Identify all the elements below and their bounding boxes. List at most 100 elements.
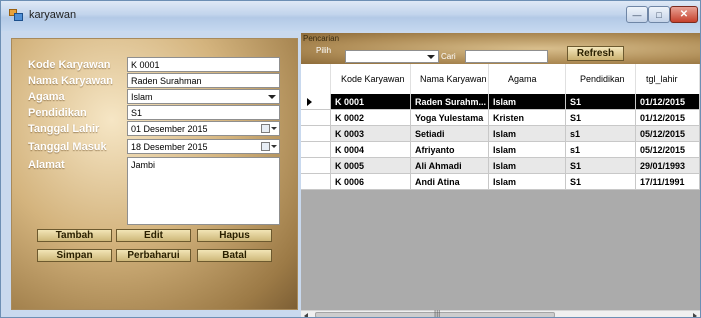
employee-data-grid[interactable]: Kode Karyawan Nama Karyawan Agama Pendid…	[301, 64, 700, 310]
table-row[interactable]: K 0002 Yoga Yulestama Kristen S1 01/12/2…	[301, 110, 700, 126]
cell-tgl-lahir[interactable]: 17/11/1991	[636, 174, 700, 190]
hapus-button[interactable]: Hapus	[197, 229, 272, 242]
cell-nama[interactable]: Yoga Yulestama	[411, 110, 489, 126]
column-header-tgl-lahir[interactable]: tgl_lahir	[636, 64, 700, 94]
app-window: karyawan — □ ✕ Kode Karyawan K 0001 Nama…	[0, 0, 701, 318]
cell-agama[interactable]: Islam	[489, 174, 566, 190]
calendar-icon	[261, 124, 270, 133]
cell-pendidikan[interactable]: S1	[566, 94, 636, 110]
cell-nama[interactable]: Ali Ahmadi	[411, 158, 489, 174]
column-header-agama[interactable]: Agama	[489, 64, 566, 94]
table-row[interactable]: K 0005 Ali Ahmadi Islam S1 29/01/1993	[301, 158, 700, 174]
tanggal-masuk-value: 18 Desember 2015	[131, 142, 208, 152]
search-group-caption: Pencarian	[303, 34, 340, 43]
app-icon	[9, 9, 23, 22]
close-icon: ✕	[679, 9, 689, 20]
cell-nama[interactable]: Setiadi	[411, 126, 489, 142]
table-row[interactable]: K 0001 Raden Surahm... Islam S1 01/12/20…	[301, 94, 700, 110]
scrollbar-thumb[interactable]: |||	[315, 309, 555, 318]
maximize-button[interactable]: □	[648, 6, 670, 23]
cell-kode[interactable]: K 0002	[331, 110, 411, 126]
table-row[interactable]: K 0006 Andi Atina Islam S1 17/11/1991	[301, 174, 700, 190]
pendidikan-field[interactable]: S1	[127, 105, 280, 120]
column-header-nama[interactable]: Nama Karyawan	[411, 64, 489, 94]
cell-nama[interactable]: Afriyanto	[411, 142, 489, 158]
simpan-button[interactable]: Simpan	[37, 249, 112, 262]
cell-kode[interactable]: K 0001	[331, 94, 411, 110]
calendar-icon	[261, 142, 270, 151]
scroll-left-icon[interactable]	[304, 313, 308, 317]
edit-button[interactable]: Edit	[116, 229, 191, 242]
column-header-pendidikan[interactable]: Pendidikan	[566, 64, 636, 94]
cell-kode[interactable]: K 0004	[331, 142, 411, 158]
horizontal-scrollbar[interactable]: |||	[301, 309, 700, 318]
row-header[interactable]	[301, 174, 331, 190]
title-bar[interactable]: karyawan — □ ✕	[1, 1, 700, 31]
cell-kode[interactable]: K 0006	[331, 174, 411, 190]
cell-tgl-lahir[interactable]: 01/12/2015	[636, 94, 700, 110]
search-group: Pencarian Pilih Cari Refresh	[301, 33, 700, 64]
alamat-label: Alamat	[28, 159, 65, 171]
chevron-down-icon	[271, 145, 277, 148]
cell-pendidikan[interactable]: s1	[566, 126, 636, 142]
cell-pendidikan[interactable]: s1	[566, 142, 636, 158]
chevron-down-icon	[271, 127, 277, 130]
cell-pendidikan[interactable]: S1	[566, 174, 636, 190]
cari-input[interactable]	[465, 50, 548, 63]
row-header[interactable]	[301, 142, 331, 158]
cell-tgl-lahir[interactable]: 05/12/2015	[636, 126, 700, 142]
row-header[interactable]	[301, 110, 331, 126]
tanggal-masuk-label: Tanggal Masuk	[28, 141, 107, 153]
minimize-button[interactable]: —	[626, 6, 648, 23]
close-button[interactable]: ✕	[670, 6, 698, 23]
grip-icon: |||	[434, 309, 441, 318]
row-pointer-icon	[307, 98, 312, 106]
kode-karyawan-label: Kode Karyawan	[28, 59, 111, 71]
calendar-dropdown-button[interactable]	[261, 141, 277, 152]
grid-row-header-corner	[301, 64, 331, 94]
table-row[interactable]: K 0003 Setiadi Islam s1 05/12/2015	[301, 126, 700, 142]
nama-karyawan-field[interactable]: Raden Surahman	[127, 73, 280, 88]
tanggal-masuk-picker[interactable]: 18 Desember 2015	[127, 139, 280, 154]
alamat-textarea[interactable]: Jambi	[127, 157, 280, 225]
cell-agama[interactable]: Kristen	[489, 110, 566, 126]
cell-pendidikan[interactable]: S1	[566, 158, 636, 174]
cell-kode[interactable]: K 0003	[331, 126, 411, 142]
table-row[interactable]: K 0004 Afriyanto Islam s1 05/12/2015	[301, 142, 700, 158]
cari-label: Cari	[441, 52, 456, 61]
tanggal-lahir-value: 01 Desember 2015	[131, 124, 208, 134]
cell-tgl-lahir[interactable]: 05/12/2015	[636, 142, 700, 158]
cell-agama[interactable]: Islam	[489, 158, 566, 174]
tanggal-lahir-picker[interactable]: 01 Desember 2015	[127, 121, 280, 136]
cell-nama[interactable]: Andi Atina	[411, 174, 489, 190]
cell-agama[interactable]: Islam	[489, 126, 566, 142]
perbaharui-button[interactable]: Perbaharui	[116, 249, 191, 262]
column-header-kode[interactable]: Kode Karyawan	[331, 64, 411, 94]
row-header[interactable]	[301, 126, 331, 142]
minimize-icon: —	[632, 9, 642, 20]
refresh-button[interactable]: Refresh	[567, 46, 624, 61]
agama-label: Agama	[28, 91, 65, 103]
cell-tgl-lahir[interactable]: 29/01/1993	[636, 158, 700, 174]
batal-button[interactable]: Batal	[197, 249, 272, 262]
cell-nama[interactable]: Raden Surahm...	[411, 94, 489, 110]
nama-karyawan-label: Nama Karyawan	[28, 75, 113, 87]
window-title: karyawan	[29, 9, 77, 21]
cell-tgl-lahir[interactable]: 01/12/2015	[636, 110, 700, 126]
chevron-down-icon	[427, 55, 435, 59]
calendar-dropdown-button[interactable]	[261, 123, 277, 134]
cell-agama[interactable]: Islam	[489, 142, 566, 158]
agama-select[interactable]: Islam	[127, 89, 280, 104]
pilih-select[interactable]	[345, 50, 439, 63]
scroll-right-icon[interactable]	[693, 313, 697, 317]
row-header[interactable]	[301, 94, 331, 110]
pilih-label: Pilih	[316, 46, 332, 55]
cell-kode[interactable]: K 0005	[331, 158, 411, 174]
maximize-icon: □	[656, 9, 662, 20]
tambah-button[interactable]: Tambah	[37, 229, 112, 242]
grid-header-row: Kode Karyawan Nama Karyawan Agama Pendid…	[301, 64, 700, 94]
kode-karyawan-field[interactable]: K 0001	[127, 57, 280, 72]
cell-pendidikan[interactable]: S1	[566, 110, 636, 126]
cell-agama[interactable]: Islam	[489, 94, 566, 110]
row-header[interactable]	[301, 158, 331, 174]
